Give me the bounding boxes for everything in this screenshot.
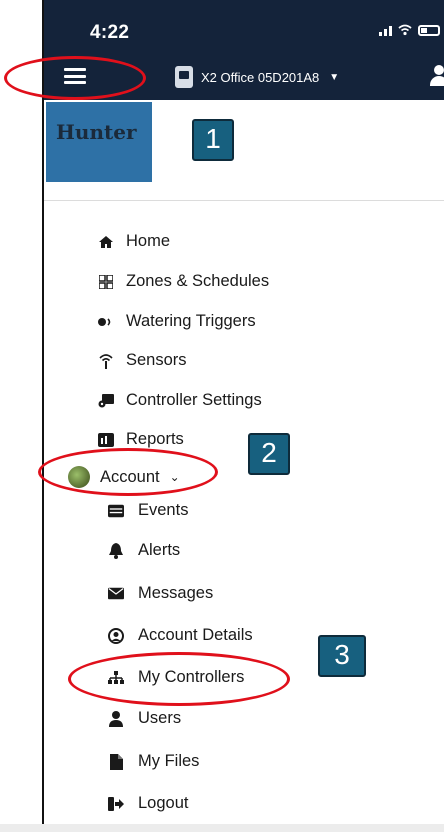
app-frame: 4:22 X2 Office 05D201A8 ▼ Hunter Home Zo… (42, 0, 444, 832)
highlight-ring-menu (4, 56, 146, 100)
reports-icon (98, 432, 114, 447)
submenu-item-label: Account Details (138, 626, 253, 644)
submenu-item-logout[interactable]: Logout (108, 794, 188, 813)
events-icon (108, 504, 124, 518)
envelope-icon (108, 587, 124, 600)
menu-item-label: Sensors (126, 351, 187, 369)
menu-item-label: Watering Triggers (126, 312, 256, 330)
callout-badge-2: 2 (248, 433, 290, 475)
submenu-item-alerts[interactable]: Alerts (108, 541, 180, 560)
submenu-item-users[interactable]: Users (108, 709, 181, 728)
submenu-item-label: Messages (138, 584, 214, 602)
home-icon (98, 235, 114, 249)
menu-item-label: Reports (126, 430, 184, 448)
status-icons (379, 24, 440, 36)
submenu-item-my-files[interactable]: My Files (108, 752, 199, 771)
controller-settings-icon (98, 393, 114, 408)
highlight-ring-account (38, 448, 218, 496)
submenu-item-label: Events (138, 501, 189, 519)
user-profile-icon[interactable] (428, 62, 444, 88)
callout-badge-1: 1 (192, 119, 234, 161)
submenu-item-label: Alerts (138, 541, 181, 559)
menu-item-controller-settings[interactable]: Controller Settings (98, 391, 262, 410)
menu-item-label: Home (126, 232, 171, 250)
battery-icon (418, 24, 440, 36)
submenu-item-account-details[interactable]: Account Details (108, 626, 253, 645)
signal-icon (379, 24, 392, 36)
divider (44, 200, 444, 201)
controller-name: X2 Office 05D201A8 (201, 69, 320, 85)
submenu-item-label: My Files (138, 752, 200, 770)
controller-selector[interactable]: X2 Office 05D201A8 ▼ (175, 66, 339, 88)
highlight-ring-my-controllers (68, 652, 290, 706)
bottom-bar (0, 824, 444, 832)
user-icon (108, 710, 124, 727)
user-circle-icon (108, 627, 124, 644)
caret-down-icon: ▼ (329, 71, 340, 83)
logo-text: Hunter (56, 120, 137, 144)
zones-icon (98, 274, 114, 289)
menu-item-zones-schedules[interactable]: Zones & Schedules (98, 272, 269, 291)
submenu-item-label: Logout (138, 794, 189, 812)
file-icon (108, 753, 124, 770)
triggers-icon (98, 317, 114, 327)
submenu-item-label: Users (138, 709, 182, 727)
logout-icon (108, 796, 124, 811)
controller-icon (175, 66, 193, 88)
submenu-item-messages[interactable]: Messages (108, 584, 213, 603)
menu-item-watering-triggers[interactable]: Watering Triggers (98, 312, 256, 331)
status-time: 4:22 (90, 22, 130, 43)
bell-icon (108, 542, 124, 559)
wifi-icon (398, 24, 412, 36)
submenu-item-events[interactable]: Events (108, 501, 188, 520)
menu-item-reports[interactable]: Reports (98, 430, 184, 449)
callout-badge-3: 3 (318, 635, 366, 677)
menu-item-sensors[interactable]: Sensors (98, 351, 187, 370)
sensor-icon (98, 353, 114, 369)
menu-item-label: Controller Settings (126, 391, 262, 409)
menu-item-label: Zones & Schedules (126, 272, 270, 290)
menu-item-home[interactable]: Home (98, 232, 170, 251)
hunter-logo: Hunter (46, 102, 152, 182)
